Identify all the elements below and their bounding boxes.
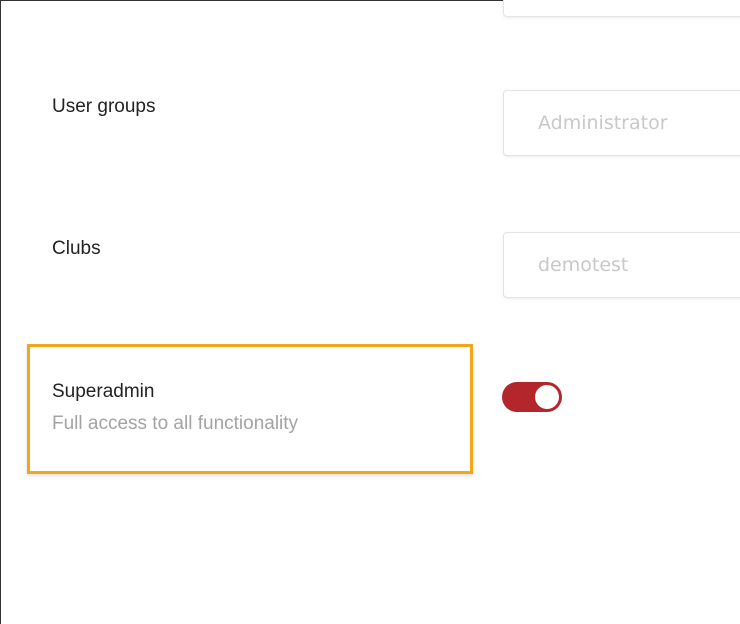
user-groups-label: User groups <box>52 96 156 117</box>
user-groups-select[interactable] <box>503 90 740 156</box>
clubs-label: Clubs <box>52 238 101 259</box>
toggle-knob <box>535 385 559 409</box>
superadmin-label: Superadmin <box>52 381 155 402</box>
superadmin-toggle[interactable] <box>502 382 562 412</box>
previous-field-partial[interactable] <box>503 0 740 17</box>
clubs-select[interactable] <box>503 232 740 298</box>
superadmin-description: Full access to all functionality <box>52 413 299 434</box>
form-panel: User groups Clubs Superadmin Full access… <box>0 0 740 624</box>
superadmin-highlight-box: Superadmin Full access to all functional… <box>27 344 473 474</box>
